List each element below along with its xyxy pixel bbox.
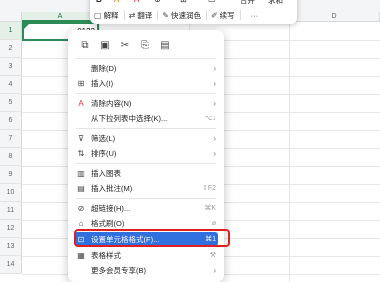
chevron-right-icon: ›: [213, 265, 216, 275]
continue-writing-button[interactable]: ✐ 续写: [211, 10, 235, 21]
menu-item-delete[interactable]: 删除(D) ›: [74, 61, 218, 75]
menu-item-filter[interactable]: ⊽ 筛选(L) ›: [74, 131, 218, 145]
translate-icon: ⇄: [128, 10, 136, 20]
table-button[interactable]: ⊞: [180, 0, 187, 4]
comment-icon: ▤: [77, 183, 85, 193]
ribbon-right: [293, 0, 380, 12]
clipboard-icon[interactable]: ▤: [158, 38, 172, 52]
ai-toolbar-row: ▢ 解释 ⇄ 翻译 ✎ 快速润色 ✐ 续写 ···: [90, 7, 297, 23]
brush-icon: ⌀: [211, 220, 216, 227]
menu-item-member-features[interactable]: 更多会员专享(B) ›: [74, 263, 218, 277]
chevron-right-icon: ›: [213, 63, 216, 73]
magic-wand-icon: ⚒: [209, 252, 216, 259]
floating-toolbar: B A A ⊕ ⊞ ▭ 合并 求和 ▢解释 ⇄翻译 ✎快速润色 ✐续写 ···: [90, 0, 297, 24]
border-button[interactable]: ⊕: [154, 0, 161, 4]
quick-actions: ⧉ ▣ ✂ ⎘ ▤: [78, 38, 172, 52]
menu-item-label: 排序(U): [91, 148, 117, 158]
merge-button[interactable]: 合并: [240, 0, 255, 6]
menu-item-format-painter[interactable]: ⌂ 格式刷(O) ⌀: [74, 216, 218, 230]
select-all-corner[interactable]: [0, 12, 22, 22]
polish-label: 快速润色: [170, 10, 201, 20]
row-header[interactable]: 3: [0, 58, 22, 76]
menu-item-label: 插入(I): [91, 78, 114, 88]
clear-content-icon: A: [78, 98, 84, 108]
polish-button[interactable]: ✎ 快速润色: [162, 10, 201, 21]
menu-item-hyperlink[interactable]: ⊘ 超链接(H)... ⌘K: [74, 201, 218, 215]
sort-icon: ⇅: [77, 148, 85, 158]
row-header[interactable]: 1: [0, 22, 22, 40]
filter-icon: ⊽: [78, 133, 84, 143]
menu-item-sort[interactable]: ⇅ 排序(U) ›: [74, 146, 218, 160]
shortcut: ⌘K: [204, 205, 216, 212]
menu-item-label: 更多会员专享(B): [91, 265, 146, 275]
row-header[interactable]: 13: [0, 238, 22, 256]
chevron-right-icon: ›: [213, 78, 216, 88]
polish-icon: ✎: [162, 10, 169, 20]
sum-button[interactable]: 求和: [268, 0, 283, 6]
menu-item-pick-from-list[interactable]: 从下拉列表中选择(K)... ⌥↓: [74, 111, 218, 125]
menu-item-label: 筛选(L): [91, 133, 116, 143]
row-header[interactable]: 7: [0, 130, 22, 148]
chevron-right-icon: ›: [213, 148, 216, 158]
menu-item-insert[interactable]: ⊞ 插入(I) ›: [74, 76, 218, 90]
chart-icon: ▥: [77, 168, 85, 178]
menu-item-label: 插入批注(M): [91, 183, 133, 193]
explain-button[interactable]: ▢ 解释: [94, 10, 119, 21]
fill-color-button[interactable]: A: [114, 0, 119, 4]
chevron-right-icon: ›: [213, 98, 216, 108]
row-header[interactable]: 5: [0, 94, 22, 112]
more-button[interactable]: ···: [251, 11, 259, 20]
menu-item-label: 插入图表: [91, 168, 121, 178]
translate-label: 翻译: [137, 10, 153, 20]
wrap-button[interactable]: ▭: [208, 0, 216, 4]
row-header[interactable]: 10: [0, 184, 22, 202]
menu-item-label: 清除内容(N): [91, 98, 132, 108]
explain-icon: ▢: [94, 10, 102, 20]
paste-special-icon[interactable]: ⎘: [138, 38, 152, 52]
continue-writing-label: 续写: [219, 10, 235, 20]
row-header[interactable]: 9: [0, 166, 22, 184]
explain-label: 解释: [103, 10, 119, 20]
menu-item-label: 表格样式: [91, 250, 121, 260]
format-painter-icon: ⌂: [78, 218, 84, 228]
column-header-d[interactable]: D: [289, 12, 380, 22]
row-header[interactable]: 14: [0, 256, 22, 274]
link-icon: ⊘: [77, 203, 85, 213]
highlight-annotation-box: [74, 229, 230, 247]
shortcut: ⇧F2: [201, 185, 216, 192]
menu-item-label: 超链接(H)...: [91, 203, 131, 213]
row-header[interactable]: 6: [0, 112, 22, 130]
menu-item-insert-comment[interactable]: ▤ 插入批注(M) ⇧F2: [74, 181, 218, 195]
row-header[interactable]: 11: [0, 202, 22, 220]
cut-icon[interactable]: ✂: [118, 38, 132, 52]
menu-item-label: 删除(D): [91, 63, 117, 73]
paste-icon[interactable]: ▣: [98, 38, 112, 52]
table-style-icon: ▦: [77, 250, 85, 260]
copy-icon[interactable]: ⧉: [78, 38, 92, 52]
shortcut: ⌥↓: [204, 115, 216, 122]
row-header[interactable]: 2: [0, 40, 22, 58]
format-toolbar-row: B A A ⊕ ⊞ ▭ 合并 求和: [90, 0, 297, 6]
row-header[interactable]: 12: [0, 220, 22, 238]
bold-button[interactable]: B: [96, 0, 102, 4]
menu-item-insert-chart[interactable]: ▥ 插入图表: [74, 166, 218, 180]
font-color-button[interactable]: A: [134, 0, 139, 4]
row-header[interactable]: 8: [0, 148, 22, 166]
insert-icon: ⊞: [77, 78, 85, 88]
translate-button[interactable]: ⇄ 翻译: [129, 10, 153, 21]
write-icon: ✐: [210, 10, 218, 20]
row-header[interactable]: 4: [0, 76, 22, 94]
column-header-a[interactable]: A: [22, 12, 99, 22]
menu-item-table-style[interactable]: ▦ 表格样式 ⚒: [74, 248, 218, 262]
menu-item-label: 从下拉列表中选择(K)...: [91, 113, 168, 123]
menu-item-clear[interactable]: A 清除内容(N) ›: [74, 96, 218, 110]
chevron-right-icon: ›: [213, 133, 216, 143]
menu-item-label: 格式刷(O): [91, 218, 125, 228]
